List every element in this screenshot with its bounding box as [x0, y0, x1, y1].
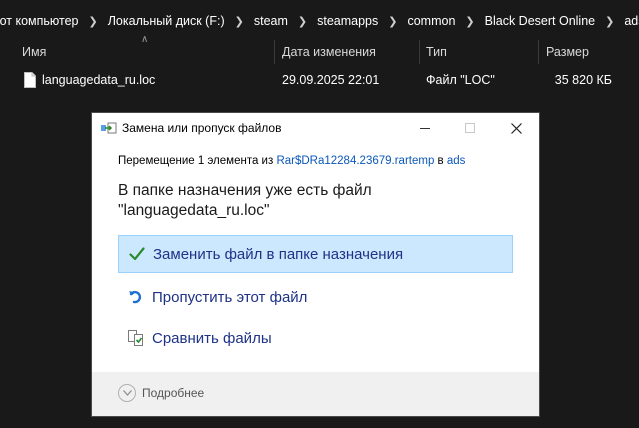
- chevron-right-icon[interactable]: ❯: [605, 15, 614, 28]
- chevron-right-icon[interactable]: ❯: [89, 15, 98, 28]
- more-details-label: Подробнее: [142, 386, 205, 400]
- column-header-type[interactable]: Тип: [426, 40, 536, 64]
- minimize-icon: [420, 128, 430, 129]
- chevron-down-icon: [118, 384, 136, 402]
- file-icon: [24, 72, 36, 88]
- close-icon: [510, 122, 522, 134]
- column-header-name[interactable]: Имя: [22, 40, 272, 64]
- breadcrumb-item-ads[interactable]: ads: [624, 14, 639, 28]
- replace-or-skip-dialog: Замена или пропуск файлов Перемещение 1 …: [92, 113, 539, 416]
- table-row[interactable]: languagedata_ru.loc 29.09.2025 22:01 Фай…: [0, 70, 639, 92]
- breadcrumb-item-drive[interactable]: Локальный диск (F:): [108, 14, 225, 28]
- minimize-button[interactable]: [402, 113, 448, 143]
- replace-file-label: Заменить файл в папке назначения: [153, 245, 404, 263]
- file-size: 35 820 КБ: [554, 73, 612, 87]
- chevron-right-icon[interactable]: ❯: [235, 15, 244, 28]
- maximize-icon: [465, 123, 475, 133]
- chevron-right-icon[interactable]: ❯: [298, 15, 307, 28]
- replace-file-option[interactable]: Заменить файл в папке назначения: [118, 235, 513, 273]
- summary-prefix: Перемещение 1 элемента из: [118, 155, 277, 167]
- operation-summary: Перемещение 1 элемента из Rar$DRa12284.2…: [118, 155, 465, 167]
- conflict-message-line: В папке назначения уже есть файл: [118, 182, 372, 199]
- breadcrumb-item-black-desert[interactable]: Black Desert Online: [485, 14, 595, 28]
- column-divider[interactable]: [538, 40, 539, 64]
- breadcrumb-item-this-pc[interactable]: тот компьютер: [0, 14, 79, 28]
- dialog-footer: Подробнее: [92, 372, 539, 416]
- skip-arrow-icon: [126, 287, 146, 307]
- checkmark-icon: [127, 244, 147, 264]
- column-divider[interactable]: [274, 40, 275, 64]
- chevron-right-icon[interactable]: ❯: [465, 15, 474, 28]
- summary-middle: в: [434, 155, 447, 167]
- compare-files-option[interactable]: Сравнить файлы: [118, 319, 513, 357]
- skip-file-label: Пропустить этот файл: [152, 288, 308, 306]
- column-divider[interactable]: [419, 40, 420, 64]
- file-move-icon: [101, 122, 117, 134]
- file-name: languagedata_ru.loc: [42, 73, 156, 87]
- compare-files-icon: [126, 328, 146, 348]
- dialog-titlebar[interactable]: Замена или пропуск файлов: [92, 113, 539, 143]
- more-details-button[interactable]: Подробнее: [118, 384, 204, 402]
- breadcrumb: тот компьютер ❯ Локальный диск (F:) ❯ st…: [0, 8, 639, 34]
- source-folder-link[interactable]: Rar$DRa12284.23679.rartemp: [276, 155, 434, 167]
- file-date: 29.09.2025 22:01: [282, 73, 380, 87]
- chevron-right-icon[interactable]: ❯: [388, 15, 397, 28]
- maximize-button: [447, 113, 493, 143]
- column-header-size[interactable]: Размер: [546, 40, 636, 64]
- breadcrumb-item-steam[interactable]: steam: [254, 14, 288, 28]
- column-header-date[interactable]: Дата изменения: [282, 40, 417, 64]
- dialog-title: Замена или пропуск файлов: [122, 121, 282, 135]
- destination-folder-link[interactable]: ads: [447, 155, 466, 167]
- conflict-message: В папке назначения уже есть файл "langua…: [118, 181, 518, 221]
- skip-file-option[interactable]: Пропустить этот файл: [118, 278, 513, 316]
- breadcrumb-item-common[interactable]: common: [407, 14, 455, 28]
- breadcrumb-item-steamapps[interactable]: steamapps: [317, 14, 378, 28]
- close-button[interactable]: [493, 113, 539, 143]
- conflict-filename: "languagedata_ru.loc": [118, 202, 270, 219]
- file-type: Файл "LOC": [426, 73, 495, 87]
- compare-files-label: Сравнить файлы: [152, 329, 272, 347]
